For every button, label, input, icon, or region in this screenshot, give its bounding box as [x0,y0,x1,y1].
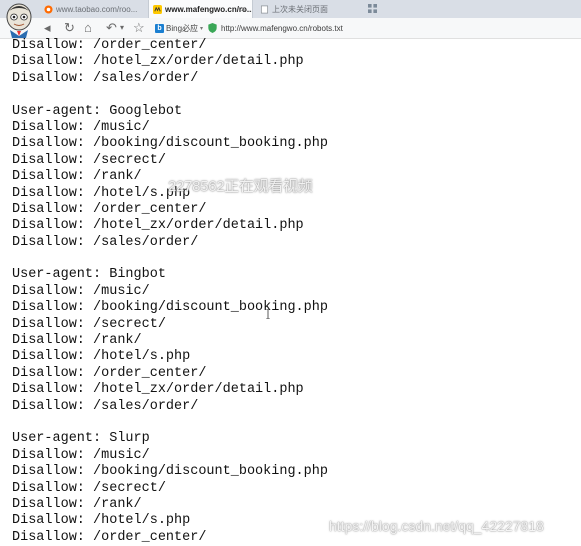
mafengwo-icon [153,4,162,14]
disallow-line: Disallow: /hotel_zx/order/detail.php [12,218,304,234]
disallow-line: Disallow: /music/ [12,283,150,299]
tab-taobao-title: www.taobao.com/roo... [56,4,138,14]
home-icon[interactable]: ⌂ [84,20,92,36]
tab-bar: www.taobao.com/roo... www.mafengwo.cn/ro… [0,0,581,18]
tab-closed-pages-title: 上次未关闭页面 [272,4,328,14]
disallow-line: Disallow: /rank/ [12,333,142,349]
back-icon[interactable]: ◂ [44,20,51,36]
disallow-line: Disallow: /order_center/ [12,201,207,217]
user-agent-line: User-agent: Googlebot [12,103,183,119]
disallow-line: Disallow: /booking/discount_booking.php [12,300,328,316]
tab-mafengwo[interactable]: www.mafengwo.cn/ro... × [148,0,253,18]
disallow-line: Disallow: /music/ [12,447,150,463]
taobao-icon [44,4,53,14]
tab-taobao[interactable]: www.taobao.com/roo... [40,0,148,18]
disallow-line: Disallow: /hotel_zx/order/detail.php [12,382,304,398]
page-icon [260,5,269,13]
disallow-line: Disallow: /order_center/ [12,38,207,53]
disallow-line: Disallow: /hotel_zx/order/detail.php [12,54,304,70]
disallow-line: Disallow: /order_center/ [12,365,207,381]
bing-icon: b [155,23,164,33]
secure-shield-icon [208,23,217,33]
disallow-line: Disallow: /rank/ [12,496,142,512]
search-engine-selector[interactable]: b Bing必应 ▾ [155,21,203,35]
disallow-line: Disallow: /music/ [12,119,150,135]
tab-closed-pages[interactable]: 上次未关闭页面 [256,0,360,18]
address-bar[interactable]: http://www.mafengwo.cn/robots.txt [208,21,343,35]
browser-toolbar: ◂ ↻ ⌂ ↶ ▾ ☆ b Bing必应 ▾ http://www.mafeng… [0,18,581,39]
search-engine-label: Bing必应 [166,23,199,33]
chevron-down-icon: ▾ [200,25,204,32]
disallow-line: Disallow: /hotel/s.php [12,349,191,365]
user-avatar-icon[interactable] [4,2,34,38]
viewer-notice: 2278562正在观看视频 [168,178,313,195]
disallow-line: Disallow: /secrect/ [12,480,166,496]
robots-txt-content: Disallow: /order_center/Disallow: /hotel… [12,38,581,546]
text-cursor-icon [266,309,270,319]
favorite-star-icon[interactable]: ☆ [133,20,145,36]
refresh-icon[interactable]: ↻ [64,20,75,36]
user-agent-line: User-agent: Bingbot [12,267,166,283]
url-text: http://www.mafengwo.cn/robots.txt [221,23,343,33]
undo-dropdown-icon[interactable]: ▾ [120,20,124,36]
tab-list-icon[interactable] [368,4,377,13]
disallow-line: Disallow: /booking/discount_booking.php [12,464,328,480]
close-tab-icon[interactable]: × [241,4,246,14]
disallow-line: Disallow: /sales/order/ [12,70,199,86]
undo-icon[interactable]: ↶ [106,20,117,36]
disallow-line: Disallow: /sales/order/ [12,234,199,250]
disallow-line: Disallow: /secrect/ [12,152,166,168]
watermark: https://blog.csdn.net/qq_42227818 [329,518,544,534]
user-agent-line: User-agent: Slurp [12,431,150,447]
disallow-line: Disallow: /secrect/ [12,316,166,332]
disallow-line: Disallow: /booking/discount_booking.php [12,136,328,152]
disallow-line: Disallow: /sales/order/ [12,398,199,414]
